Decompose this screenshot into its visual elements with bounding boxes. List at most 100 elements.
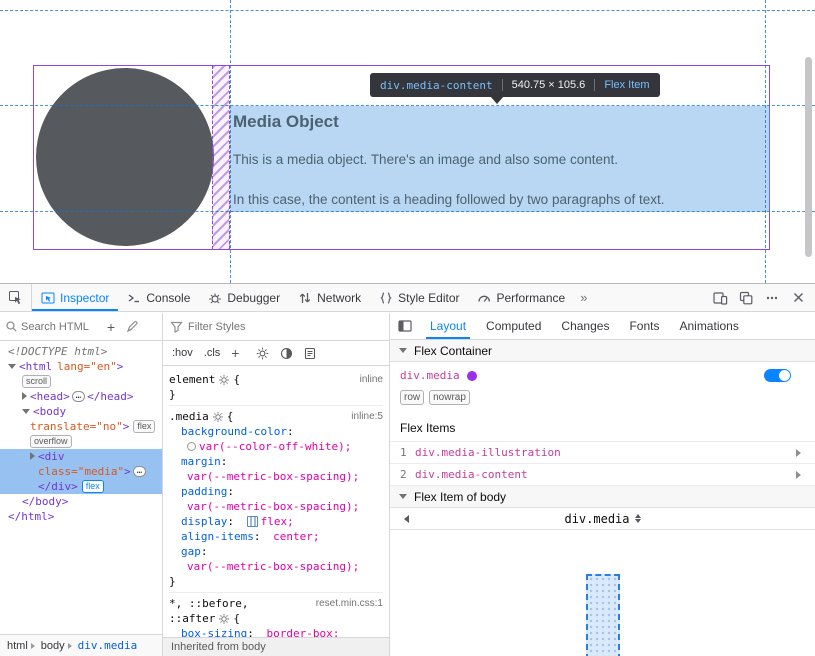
highlight-matches-icon[interactable] <box>213 412 223 422</box>
print-simulation-toggle[interactable] <box>304 347 316 360</box>
flex-item-select[interactable]: div.media <box>564 511 640 526</box>
tab-network[interactable]: Network <box>289 284 370 311</box>
collapse-arrow-icon[interactable] <box>8 364 16 369</box>
rule-selector[interactable]: element <box>169 372 215 387</box>
flex-badge-div-media[interactable]: flex <box>82 480 104 493</box>
rule-source-link[interactable]: inline <box>360 372 383 387</box>
add-rule-button[interactable]: + <box>231 345 239 361</box>
rules-pane: :hov .cls + elemen <box>163 313 390 656</box>
body-close-node[interactable]: </body> <box>0 494 162 509</box>
div-media-attr-line[interactable]: class="media">… <box>0 464 162 479</box>
tooltip-arrow <box>490 96 504 104</box>
performance-icon <box>477 291 491 305</box>
tab-performance[interactable]: Performance <box>468 284 574 311</box>
eyedropper-button[interactable] <box>123 318 141 336</box>
tab-console[interactable]: Console <box>118 284 199 311</box>
head-node[interactable]: <head>…</head> <box>0 389 162 404</box>
rule-source-link[interactable]: inline:5 <box>351 409 383 424</box>
pick-element-button[interactable] <box>0 284 32 311</box>
responsive-design-mode-button[interactable] <box>707 286 733 310</box>
flex-container-section-header[interactable]: Flex Container <box>390 340 815 362</box>
sidebar-toggle-button[interactable] <box>390 320 420 332</box>
breadcrumb-div-media[interactable]: div.media <box>78 639 138 652</box>
flex-item-row-1[interactable]: 1 div.media-illustration <box>390 442 815 464</box>
rules-toolbar <box>163 313 389 341</box>
browser-window: Media Object This is a media object. The… <box>0 0 815 656</box>
flex-container-badges: row nowrap <box>390 385 815 414</box>
flex-item-visualization <box>390 553 815 656</box>
expand-arrow-icon[interactable] <box>30 452 35 460</box>
create-node-button[interactable]: + <box>102 318 120 336</box>
rule-selector[interactable]: ::after <box>169 611 215 626</box>
declaration-gap[interactable]: gap var(--metric-box-spacing); <box>169 544 383 574</box>
flex-highlighter-switch[interactable] <box>764 369 791 382</box>
declaration-background-color[interactable]: background-color var(--color-off-white); <box>169 424 383 454</box>
rule-selector[interactable]: *, ::before, <box>169 596 248 611</box>
style-editor-icon <box>379 291 393 305</box>
devtools-body: + <!DOCTYPE html> <htmllang="en"> scroll… <box>0 313 815 656</box>
overflow-badge[interactable]: overflow <box>30 435 72 448</box>
dark-scheme-toggle[interactable] <box>280 347 293 360</box>
sun-icon <box>256 347 269 360</box>
flex-container-selector[interactable]: div.media <box>400 369 460 382</box>
tab-style-editor[interactable]: Style Editor <box>370 284 468 311</box>
flex-item-row-2[interactable]: 2 div.media-content <box>390 464 815 486</box>
color-swatch[interactable] <box>187 442 196 451</box>
collapsed-content-badge[interactable]: … <box>133 466 146 477</box>
node-infobar-tooltip: div.media-content 540.75 × 105.6 Flex It… <box>370 73 660 97</box>
breadcrumb-body[interactable]: body <box>41 640 65 652</box>
body-attr-line[interactable]: translate="no">flex <box>0 419 162 434</box>
tab-changes[interactable]: Changes <box>551 313 619 339</box>
more-tabs-chevron[interactable]: » <box>574 290 593 305</box>
div-media-close-line[interactable]: </div>flex <box>0 479 162 494</box>
rules-view: element { inline } .media { inline:5 <box>163 367 389 637</box>
flex-wrap-badge: nowrap <box>429 390 470 405</box>
tab-animations[interactable]: Animations <box>669 313 748 339</box>
filter-styles-input[interactable] <box>188 321 308 333</box>
rule-selector[interactable]: .media <box>169 409 209 424</box>
close-icon <box>792 291 805 304</box>
tab-computed[interactable]: Computed <box>476 313 551 339</box>
light-scheme-toggle[interactable] <box>256 347 269 360</box>
collapsed-content-badge[interactable]: … <box>72 391 85 402</box>
breadcrumb: html body div.media <box>0 634 162 656</box>
rule-source-link[interactable]: reset.min.css:1 <box>316 596 383 611</box>
declaration-display[interactable]: display flex; <box>169 514 383 529</box>
search-html-input[interactable] <box>21 321 99 333</box>
class-toggle[interactable]: .cls <box>204 347 221 359</box>
flex-highlighter-toggle-icon[interactable] <box>247 516 258 527</box>
close-devtools-button[interactable] <box>785 286 811 310</box>
tab-debugger[interactable]: Debugger <box>199 284 289 311</box>
page-scrollbar[interactable] <box>805 57 812 257</box>
scroll-badge[interactable]: scroll <box>22 375 51 388</box>
html-close-node[interactable]: </html> <box>0 509 162 524</box>
declaration-margin[interactable]: margin var(--metric-box-spacing); <box>169 454 383 484</box>
devtools-panel: Inspector Console Debugger Network Style… <box>0 283 815 656</box>
overlay-color-swatch[interactable] <box>467 371 477 381</box>
highlight-matches-icon[interactable] <box>219 614 229 624</box>
highlight-matches-icon[interactable] <box>219 375 229 385</box>
tooltip-selector: div.media-content <box>380 79 493 92</box>
devtools-menu-button[interactable] <box>759 286 785 310</box>
previous-item-button[interactable] <box>390 515 418 523</box>
declaration-padding[interactable]: padding var(--metric-box-spacing); <box>169 484 383 514</box>
declaration-box-sizing[interactable]: box-sizing border-box; <box>169 626 383 637</box>
breadcrumb-html[interactable]: html <box>7 640 28 652</box>
tab-fonts[interactable]: Fonts <box>619 313 669 339</box>
div-media-node-selected[interactable]: <div <box>0 449 162 464</box>
flex-item-section-header[interactable]: Flex Item of body <box>390 486 815 508</box>
collapse-arrow-icon[interactable] <box>22 409 30 414</box>
body-node[interactable]: <body <box>0 404 162 419</box>
tab-inspector[interactable]: Inspector <box>32 284 118 311</box>
tab-layout[interactable]: Layout <box>420 313 476 339</box>
pseudo-class-toggle[interactable]: :hov <box>172 347 193 359</box>
expand-arrow-icon[interactable] <box>22 392 27 400</box>
html-node[interactable]: <htmllang="en"> <box>0 359 162 374</box>
flex-badge-body[interactable]: flex <box>133 420 155 433</box>
rule-reset: *, ::before, reset.min.css:1 ::after { b… <box>169 596 383 637</box>
media-paragraph-1: This is a media object. There's an image… <box>233 152 618 167</box>
print-media-icon <box>304 347 316 360</box>
declaration-align-items[interactable]: align-items center; <box>169 529 383 544</box>
doctype-node[interactable]: <!DOCTYPE html> <box>0 344 162 359</box>
split-console-button[interactable] <box>733 286 759 310</box>
